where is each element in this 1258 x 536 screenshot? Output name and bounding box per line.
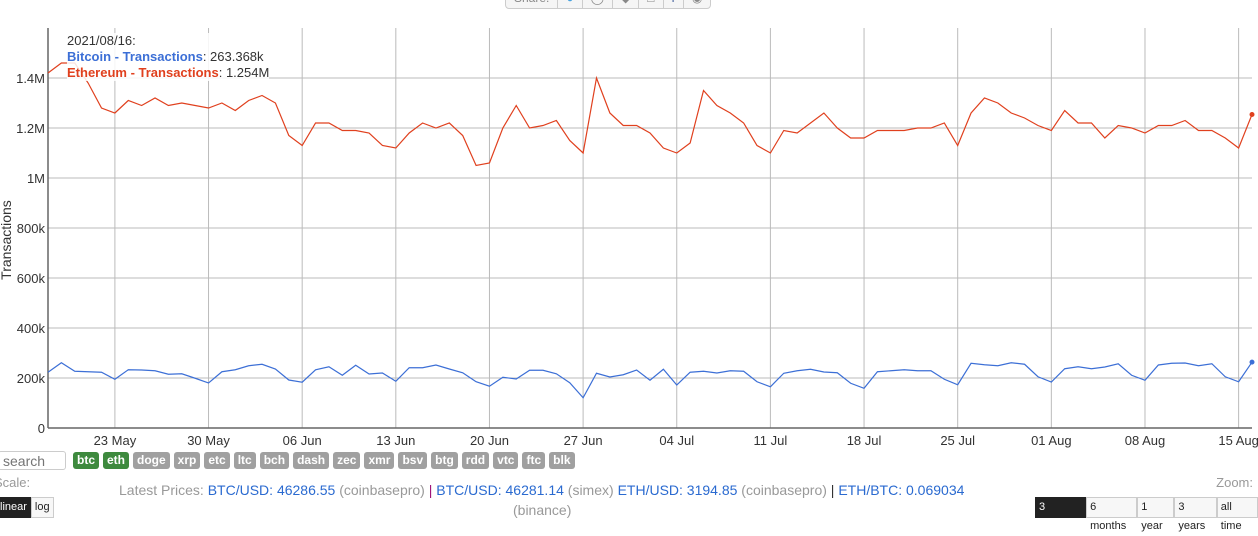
zoom-3-months-button[interactable]: 3 months [1035, 497, 1087, 532]
x-tick-label: 04 Jul [659, 433, 694, 448]
coin-button-blk[interactable]: blk [549, 452, 575, 469]
price-eth-usd-coinbasepro[interactable]: ETH/USD: 3194.85 [618, 482, 738, 498]
x-tick-label: 01 Aug [1031, 433, 1072, 448]
scale-log-button[interactable]: log [30, 497, 54, 518]
coin-button-bsv[interactable]: bsv [398, 452, 428, 469]
zoom-label: Zoom: [1216, 475, 1253, 490]
chart-tooltip: 2021/08/16: Bitcoin - Transactions: 263.… [67, 33, 270, 81]
price-btc-usd-coinbasepro[interactable]: BTC/USD: 46286.55 [208, 482, 336, 498]
series-last-point [1249, 359, 1255, 365]
tooltip-date: 2021/08/16: [67, 33, 136, 48]
zoom-6-months-button[interactable]: 6 months [1086, 497, 1138, 532]
y-tick-label: 1.4M [16, 71, 45, 86]
zoom-range-buttons: 3 months 6 months 1 year 3 years all tim… [1035, 497, 1258, 532]
tooltip-eth-value: : 1.254M [218, 65, 270, 80]
tooltip-btc-label: Bitcoin - Transactions [67, 49, 203, 64]
x-tick-label: 06 Jun [283, 433, 322, 448]
scale-linear-button[interactable]: linear [0, 497, 31, 518]
price-source: (simex) [567, 482, 614, 498]
zoom-all-time-button[interactable]: all time [1216, 497, 1258, 532]
tooltip-eth-label: Ethereum - Transactions [67, 65, 219, 80]
zoom-3-years-button[interactable]: 3 years [1174, 497, 1217, 532]
x-tick-label: 15 Aug [1218, 433, 1258, 448]
scale-toggle: linear log [0, 497, 54, 518]
separator: | [428, 482, 433, 498]
price-btc-usd-simex[interactable]: BTC/USD: 46281.14 [436, 482, 564, 498]
coin-button-btc[interactable]: btc [73, 452, 99, 469]
y-tick-label: 0 [38, 421, 45, 436]
price-source: (coinbasepro) [741, 482, 827, 498]
coin-button-btg[interactable]: btg [431, 452, 458, 469]
coin-button-rdd[interactable]: rdd [461, 452, 490, 469]
coin-button-zec[interactable]: zec [333, 452, 361, 469]
coin-button-bch[interactable]: bch [259, 452, 290, 469]
scale-label: Scale: [0, 475, 31, 490]
x-tick-label: 13 Jun [376, 433, 415, 448]
x-tick-label: 11 Jul [754, 433, 788, 448]
x-tick-label: 08 Aug [1125, 433, 1166, 448]
y-axis-label: Transactions [0, 200, 14, 280]
tooltip-btc-value: : 263.368k [202, 49, 264, 64]
y-tick-label: 600k [17, 271, 46, 286]
x-tick-label: 25 Jul [940, 433, 975, 448]
search-input[interactable] [0, 451, 66, 470]
coin-button-ftc[interactable]: ftc [522, 452, 546, 469]
y-tick-label: 800k [17, 221, 46, 236]
prices-label: Latest Prices: [119, 482, 204, 498]
x-tick-label: 23 May [94, 433, 137, 448]
coin-button-vtc[interactable]: vtc [493, 452, 519, 469]
separator: | [830, 482, 835, 498]
coin-button-ltc[interactable]: ltc [233, 452, 256, 469]
y-tick-label: 1M [27, 171, 45, 186]
series-last-point [1249, 112, 1255, 117]
price-source: (coinbasepro) [339, 482, 425, 498]
coin-selector: btc eth doge xrp etc ltc bch dash zec xmr bsv btg rd… [73, 452, 575, 469]
x-tick-label: 20 Jun [470, 433, 509, 448]
series-line-bitcoin [47, 361, 1253, 399]
price-eth-btc-binance[interactable]: ETH/BTC: 0.069034 [838, 482, 964, 498]
x-tick-label: 18 Jul [847, 433, 882, 448]
coin-button-dash[interactable]: dash [293, 452, 330, 469]
x-tick-label: 27 Jun [564, 433, 603, 448]
zoom-1-year-button[interactable]: 1 year [1137, 497, 1175, 532]
y-tick-label: 1.2M [16, 121, 45, 136]
coin-button-xrp[interactable]: xrp [173, 452, 201, 469]
price-source: (binance) [513, 502, 572, 518]
coin-button-etc[interactable]: etc [204, 452, 230, 469]
y-tick-label: 200k [17, 371, 46, 386]
y-tick-label: 400k [17, 321, 46, 336]
coin-button-doge[interactable]: doge [133, 452, 170, 469]
coin-button-xmr[interactable]: xmr [364, 452, 395, 469]
x-tick-label: 30 May [187, 433, 230, 448]
latest-prices: Latest Prices: BTC/USD: 46286.55 (coinba… [119, 480, 979, 520]
coin-button-eth[interactable]: eth [103, 452, 129, 469]
